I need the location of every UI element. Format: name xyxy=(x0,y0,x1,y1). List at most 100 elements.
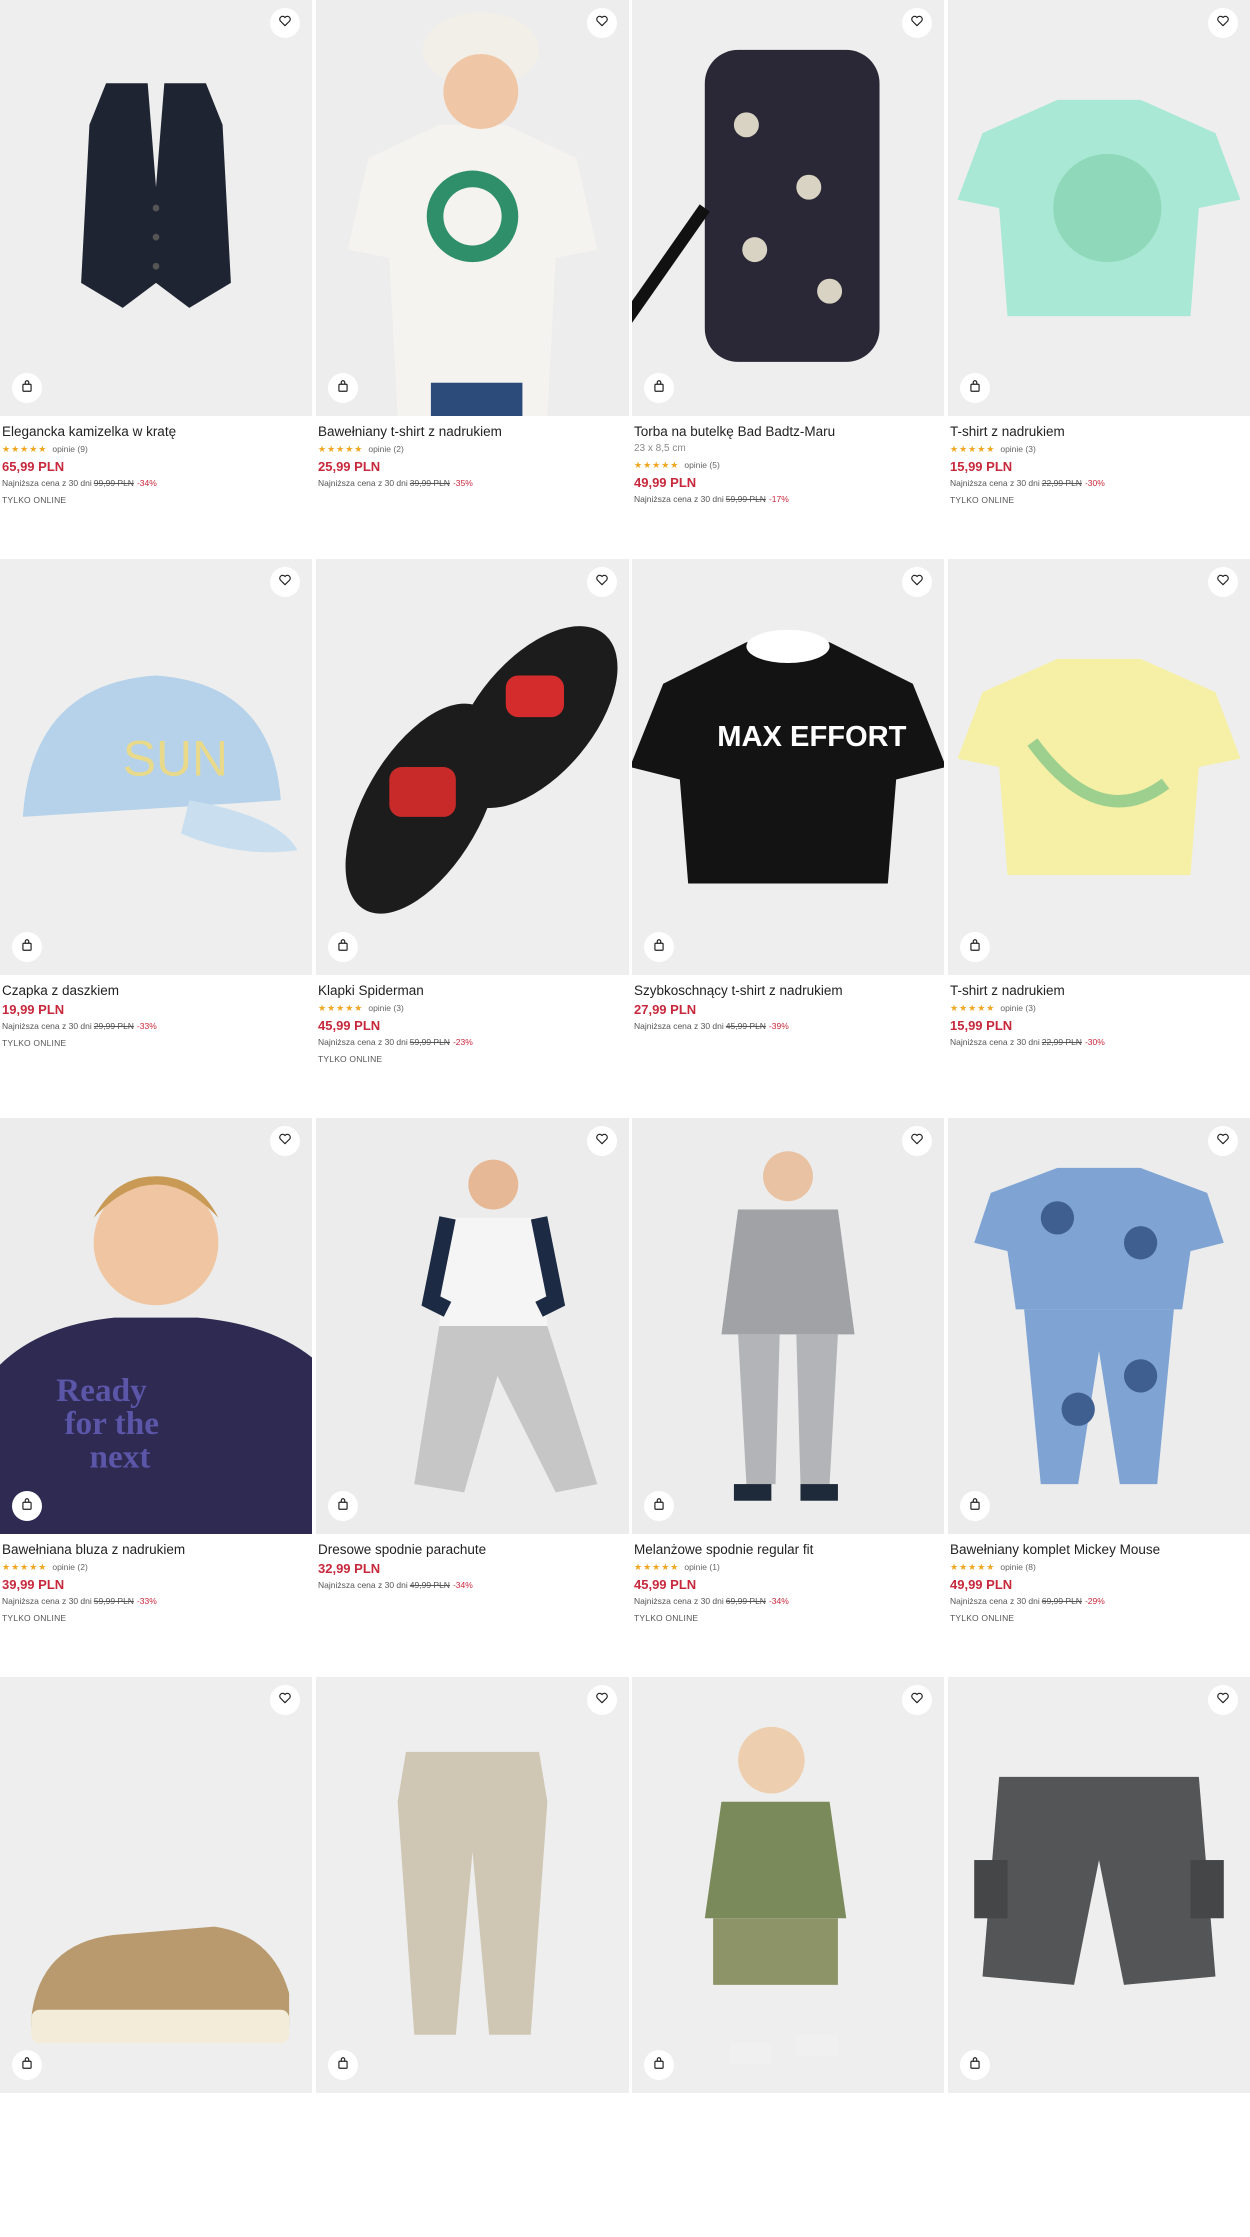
product-card[interactable] xyxy=(316,1677,629,2237)
add-to-cart-button[interactable] xyxy=(12,932,42,962)
product-card[interactable]: Elegancka kamizelka w kratę ★★★★★ opinie (… xyxy=(0,0,312,560)
product-info: Czapka z daszkiem 19,99 PLN Najniższa cena… xyxy=(2,982,308,1050)
product-image[interactable] xyxy=(948,559,1250,975)
add-to-favorites-button[interactable] xyxy=(1208,8,1238,38)
add-to-cart-button[interactable] xyxy=(960,932,990,962)
lowest-price-30-days: Najniższa cena z 30 dni 49,99 PLN -34% xyxy=(318,1578,625,1592)
product-price: 25,99 PLN xyxy=(318,459,381,474)
add-to-cart-button[interactable] xyxy=(328,1491,358,1521)
review-count[interactable]: opinie (3) xyxy=(1000,444,1035,454)
product-card[interactable]: Ready for the next Bawełniana bluza z nadru… xyxy=(0,1118,312,1678)
product-image[interactable] xyxy=(316,1677,629,2093)
product-image[interactable]: Ready for the next xyxy=(0,1118,312,1534)
product-image-parachute xyxy=(316,1118,629,1534)
product-card[interactable]: T-shirt z nadrukiem ★★★★★ opinie (3) 15,99 … xyxy=(948,0,1250,560)
review-count[interactable]: opinie (3) xyxy=(368,1003,403,1013)
add-to-favorites-button[interactable] xyxy=(587,567,617,597)
product-image-slides xyxy=(316,559,629,975)
product-name[interactable]: Bawełniana bluza z nadrukiem xyxy=(2,1541,308,1558)
product-card[interactable] xyxy=(632,1677,944,2237)
add-to-cart-button[interactable] xyxy=(644,373,674,403)
add-to-favorites-button[interactable] xyxy=(587,8,617,38)
add-to-cart-button[interactable] xyxy=(960,1491,990,1521)
add-to-favorites-button[interactable] xyxy=(270,8,300,38)
review-count[interactable]: opinie (3) xyxy=(1000,1003,1035,1013)
product-rating: ★★★★★ opinie (9) xyxy=(2,442,308,456)
product-image[interactable] xyxy=(316,559,629,975)
add-to-favorites-button[interactable] xyxy=(1208,1685,1238,1715)
product-image[interactable]: SUN xyxy=(0,559,312,975)
add-to-cart-button[interactable] xyxy=(328,2050,358,2080)
product-image[interactable] xyxy=(632,1677,944,2093)
product-card[interactable]: Dresowe spodnie parachute 32,99 PLN Najniż… xyxy=(316,1118,629,1678)
add-to-cart-button[interactable] xyxy=(12,373,42,403)
review-count[interactable]: opinie (9) xyxy=(52,444,87,454)
product-name[interactable]: Bawełniany komplet Mickey Mouse xyxy=(950,1541,1246,1558)
add-to-favorites-button[interactable] xyxy=(587,1685,617,1715)
lowest-price-30-days: Najniższa cena z 30 dni 39,99 PLN -35% xyxy=(318,476,625,490)
add-to-cart-button[interactable] xyxy=(960,2050,990,2080)
product-name[interactable]: Szybkoschnący t-shirt z nadrukiem xyxy=(634,982,940,999)
review-count[interactable]: opinie (5) xyxy=(684,460,719,470)
product-name[interactable]: Torba na butelkę Bad Badtz-Maru xyxy=(634,423,940,440)
product-image[interactable] xyxy=(316,0,629,416)
add-to-cart-button[interactable] xyxy=(644,2050,674,2080)
product-card[interactable]: SUN Czapka z daszkiem 19,99 PLN Najniższa c… xyxy=(0,559,312,1119)
add-to-favorites-button[interactable] xyxy=(902,567,932,597)
review-count[interactable]: opinie (8) xyxy=(1000,1562,1035,1572)
product-card[interactable] xyxy=(0,1677,312,2237)
product-card[interactable]: Torba na butelkę Bad Badtz-Maru 23 x 8,5 … xyxy=(632,0,944,560)
review-count[interactable]: opinie (1) xyxy=(684,1562,719,1572)
product-card[interactable]: T-shirt z nadrukiem ★★★★★ opinie (3) 15,99 … xyxy=(948,559,1250,1119)
product-image[interactable]: MAX EFFORT xyxy=(632,559,944,975)
heart-icon xyxy=(595,14,609,33)
add-to-favorites-button[interactable] xyxy=(587,1126,617,1156)
product-card[interactable]: Bawełniany t-shirt z nadrukiem ★★★★★ opini… xyxy=(316,0,629,560)
lowest-price-label: Najniższa cena z 30 dni xyxy=(634,494,724,504)
product-name[interactable]: Dresowe spodnie parachute xyxy=(318,1541,625,1558)
add-to-favorites-button[interactable] xyxy=(270,1685,300,1715)
product-image[interactable] xyxy=(948,0,1250,416)
add-to-cart-button[interactable] xyxy=(644,932,674,962)
shopping-bag-icon xyxy=(336,379,350,398)
shopping-bag-icon xyxy=(336,1497,350,1516)
add-to-favorites-button[interactable] xyxy=(902,1685,932,1715)
review-count[interactable]: opinie (2) xyxy=(52,1562,87,1572)
product-name[interactable]: T-shirt z nadrukiem xyxy=(950,982,1246,999)
add-to-cart-button[interactable] xyxy=(12,2050,42,2080)
add-to-cart-button[interactable] xyxy=(960,373,990,403)
add-to-cart-button[interactable] xyxy=(644,1491,674,1521)
add-to-favorites-button[interactable] xyxy=(270,1126,300,1156)
product-image[interactable] xyxy=(316,1118,629,1534)
product-image[interactable] xyxy=(632,1118,944,1534)
add-to-favorites-button[interactable] xyxy=(1208,1126,1238,1156)
product-image[interactable] xyxy=(948,1118,1250,1534)
product-name[interactable]: Melanżowe spodnie regular fit xyxy=(634,1541,940,1558)
lowest-price-label: Najniższa cena z 30 dni xyxy=(318,478,408,488)
product-card[interactable]: Bawełniany komplet Mickey Mouse ★★★★★ opin… xyxy=(948,1118,1250,1678)
product-image-sweatshirt: Readyfor thenext xyxy=(0,1118,312,1534)
product-image[interactable] xyxy=(0,1677,312,2093)
add-to-favorites-button[interactable] xyxy=(902,1126,932,1156)
product-card[interactable] xyxy=(948,1677,1250,2237)
product-card[interactable]: Melanżowe spodnie regular fit ★★★★★ opinie… xyxy=(632,1118,944,1678)
product-name[interactable]: Czapka z daszkiem xyxy=(2,982,308,999)
add-to-favorites-button[interactable] xyxy=(270,567,300,597)
product-image[interactable] xyxy=(948,1677,1250,2093)
add-to-cart-button[interactable] xyxy=(12,1491,42,1521)
product-name[interactable]: Bawełniany t-shirt z nadrukiem xyxy=(318,423,625,440)
add-to-cart-button[interactable] xyxy=(328,373,358,403)
product-name[interactable]: T-shirt z nadrukiem xyxy=(950,423,1246,440)
product-image[interactable] xyxy=(632,0,944,416)
review-count[interactable]: opinie (2) xyxy=(368,444,403,454)
product-card[interactable]: MAX EFFORT Szybkoschnący t-shirt z nadruk… xyxy=(632,559,944,1119)
product-name[interactable]: Elegancka kamizelka w kratę xyxy=(2,423,308,440)
old-price: 49,99 PLN xyxy=(409,1580,450,1590)
add-to-favorites-button[interactable] xyxy=(1208,567,1238,597)
shopping-bag-icon xyxy=(652,2056,666,2075)
product-card[interactable]: Klapki Spiderman ★★★★★ opinie (3) 45,99 PLN… xyxy=(316,559,629,1119)
add-to-favorites-button[interactable] xyxy=(902,8,932,38)
product-image[interactable] xyxy=(0,0,312,416)
add-to-cart-button[interactable] xyxy=(328,932,358,962)
product-name[interactable]: Klapki Spiderman xyxy=(318,982,625,999)
